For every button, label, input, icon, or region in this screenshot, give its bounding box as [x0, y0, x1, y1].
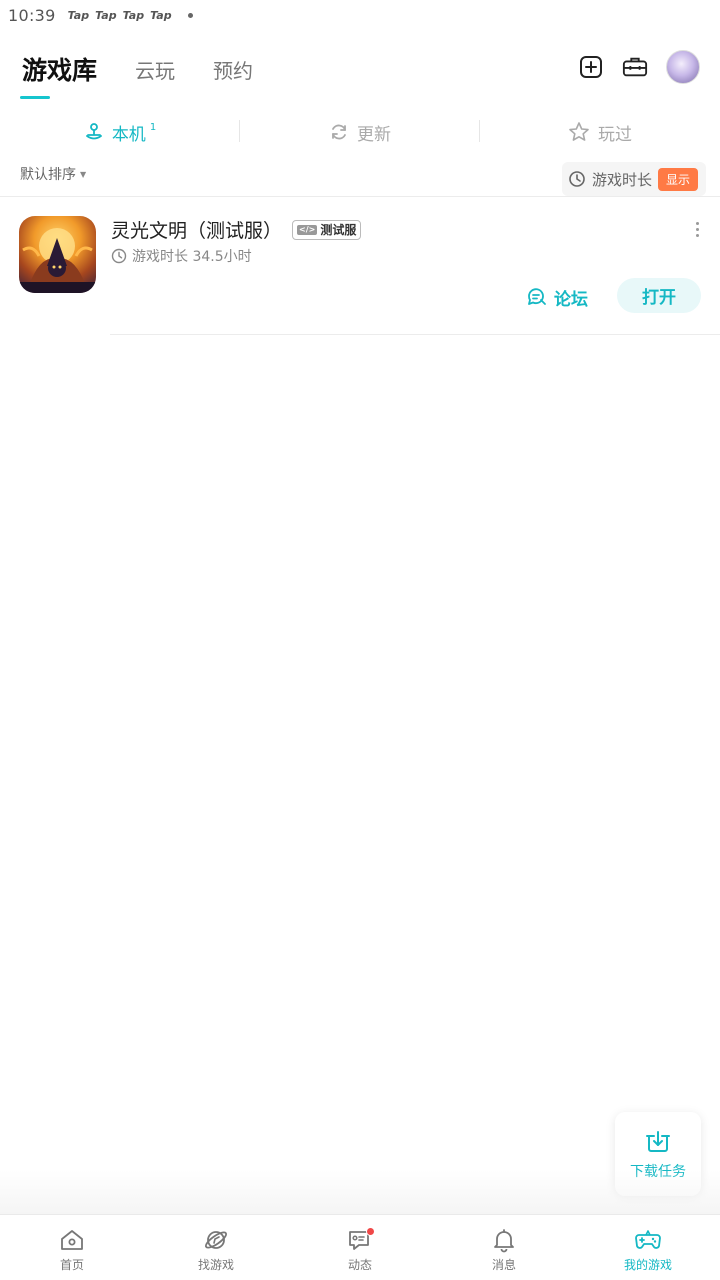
tab-cloud-play[interactable]: 云玩 — [135, 54, 175, 88]
test-server-badge: </> 测试服 — [292, 219, 362, 240]
nav-discover[interactable]: 找游戏 — [144, 1215, 288, 1280]
toolbox-icon — [622, 57, 648, 77]
avatar[interactable] — [666, 50, 700, 84]
game-playtime: 游戏时长 34.5小时 — [111, 246, 252, 266]
download-tasks-label: 下载任务 — [630, 1164, 686, 1180]
bottom-nav: 首页 找游戏 动态 消息 我的游戏 — [0, 1214, 720, 1280]
status-time: 10:39 — [8, 5, 56, 25]
more-options-button[interactable] — [694, 222, 700, 237]
nav-label: 首页 — [59, 1258, 84, 1272]
show-badge: 显示 — [657, 167, 698, 191]
game-list-item[interactable]: 灵光文明（测试服） </> 测试服 游戏时长 34.5小时 论坛 打开 — [0, 200, 720, 334]
download-icon — [646, 1131, 670, 1152]
nav-label: 消息 — [491, 1258, 516, 1272]
nav-moments[interactable]: 动态 — [288, 1215, 432, 1280]
more-dot — [695, 222, 699, 225]
status-notification-apps: Tap Tap Tap Tap — [68, 9, 193, 22]
status-app-icon: Tap — [122, 8, 145, 22]
filter-tabs: 本机 1 更新 玩过 — [0, 112, 720, 152]
filter-tab-updates[interactable]: 更新 — [240, 120, 480, 145]
nav-label: 我的游戏 — [623, 1258, 672, 1272]
planet-icon — [205, 1231, 227, 1249]
filter-tab-played[interactable]: 玩过 — [480, 120, 720, 145]
tab-game-library[interactable]: 游戏库 — [22, 54, 97, 88]
filter-tab-local[interactable]: 本机 1 — [0, 120, 240, 145]
notification-dot — [366, 1227, 375, 1236]
bottom-fade — [0, 1170, 720, 1214]
download-tasks-button[interactable]: 下载任务 — [615, 1112, 701, 1196]
game-title-row: 灵光文明（测试服） </> 测试服 — [111, 216, 362, 243]
forum-icon — [528, 288, 546, 305]
nav-messages[interactable]: 消息 — [432, 1215, 576, 1280]
tab-indicator — [20, 96, 50, 99]
filter-divider — [479, 120, 480, 142]
test-server-badge-label: 测试服 — [320, 223, 357, 237]
filter-tab-label: 更新 — [357, 124, 391, 145]
open-game-button[interactable]: 打开 — [617, 278, 701, 313]
nav-my-games[interactable]: 我的游戏 — [576, 1215, 720, 1280]
divider — [110, 334, 720, 335]
add-icon — [580, 56, 602, 78]
add-button[interactable] — [578, 54, 604, 80]
tab-reservations[interactable]: 预约 — [213, 54, 253, 88]
local-icon — [85, 123, 102, 140]
game-title: 灵光文明（测试服） — [111, 220, 283, 242]
gamepad-icon — [635, 1230, 661, 1249]
nav-label: 找游戏 — [197, 1258, 234, 1272]
caret-down-icon: ▼ — [80, 169, 87, 179]
status-app-icon: Tap — [95, 8, 117, 22]
toolbox-button[interactable] — [622, 54, 648, 80]
game-artwork-icon — [19, 228, 96, 293]
more-dot — [695, 234, 699, 237]
game-icon[interactable] — [19, 216, 96, 293]
code-icon: </> — [297, 224, 318, 235]
forum-button[interactable]: 论坛 — [526, 282, 588, 312]
bell-icon — [494, 1229, 514, 1253]
star-icon — [569, 122, 589, 141]
sort-label: 默认排序 — [20, 167, 76, 183]
playtime-toggle[interactable]: 游戏时长 显示 — [561, 162, 706, 196]
nav-home[interactable]: 首页 — [0, 1215, 144, 1280]
filter-divider — [239, 120, 240, 142]
sort-dropdown[interactable]: 默认排序 ▼ — [20, 164, 86, 184]
filter-count: 1 — [149, 121, 157, 133]
filter-tab-label: 玩过 — [598, 124, 632, 145]
top-tabs: 游戏库 云玩 预约 — [22, 54, 291, 88]
status-bar: 10:39 Tap Tap Tap Tap — [0, 0, 720, 30]
home-icon — [61, 1230, 83, 1250]
game-playtime-text: 游戏时长 34.5小时 — [132, 249, 252, 265]
header-actions — [578, 50, 700, 84]
status-more-dot — [187, 12, 193, 18]
status-app-icon: Tap — [150, 8, 172, 22]
nav-label: 动态 — [347, 1258, 372, 1272]
playtime-toggle-label: 游戏时长 — [591, 170, 652, 189]
clock-icon — [111, 248, 127, 264]
divider — [0, 196, 720, 197]
refresh-icon — [332, 124, 346, 140]
forum-button-label: 论坛 — [554, 289, 588, 310]
status-app-icon: Tap — [67, 8, 90, 22]
clock-icon — [569, 171, 585, 187]
filter-tab-label: 本机 — [111, 124, 146, 145]
more-dot — [695, 228, 699, 231]
